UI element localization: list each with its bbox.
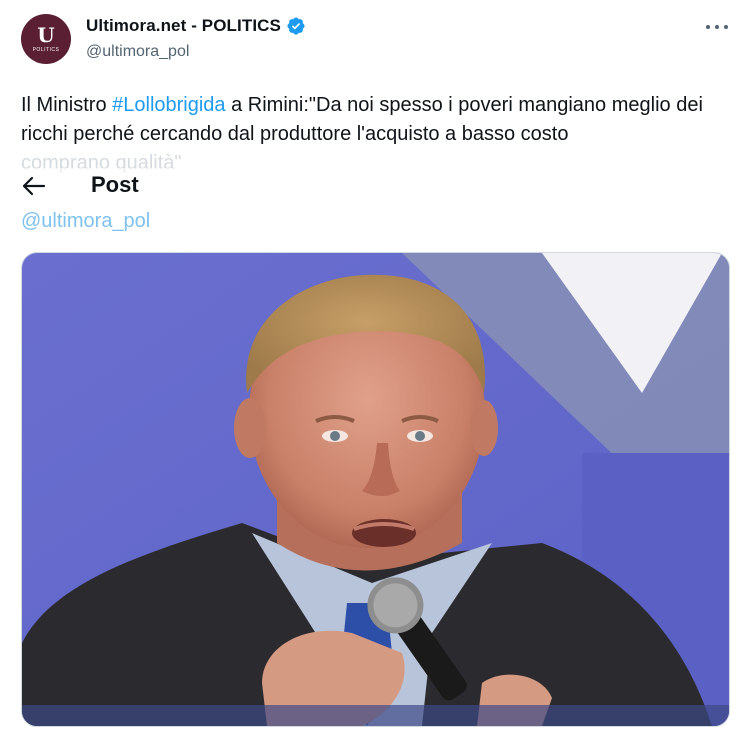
tweet-text-prefix: Il Ministro xyxy=(21,94,113,116)
faded-handle-link[interactable]: @ultimora_pol xyxy=(21,210,150,233)
photo-image xyxy=(22,253,729,726)
post-title: Post xyxy=(91,172,139,197)
hashtag-link[interactable]: #Lollobrigida xyxy=(112,94,225,116)
avatar-subtext: POLITICS xyxy=(32,46,60,53)
tweet-text: Il Ministro #Lollobrigida a Rimini:"Da n… xyxy=(21,91,733,178)
verified-badge-icon xyxy=(287,17,305,35)
back-arrow-icon[interactable] xyxy=(22,176,46,196)
name-row: Ultimora.net - POLITICS xyxy=(86,16,306,36)
account-handle[interactable]: @ultimora_pol xyxy=(86,43,189,61)
avatar-monogram: U xyxy=(37,22,55,47)
display-name[interactable]: Ultimora.net - POLITICS xyxy=(86,16,281,36)
avatar[interactable]: U POLITICS xyxy=(21,14,71,64)
more-options-icon[interactable] xyxy=(706,17,728,37)
tweet-media-photo[interactable] xyxy=(21,252,730,727)
